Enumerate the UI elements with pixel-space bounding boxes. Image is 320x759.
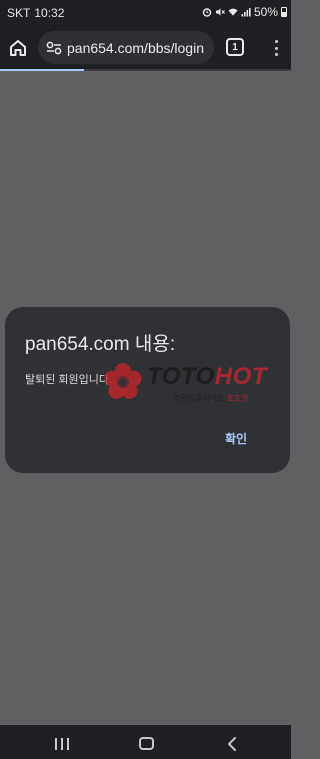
dialog-message: 탈퇴된 회원입니다. [25,374,113,386]
url-text[interactable]: pan654.com/bbs/login [67,40,204,56]
system-nav-bar [0,725,291,759]
clock: 10:32 [34,6,65,20]
watermark-sub-part1: 먹튀검증사이트 [173,394,227,403]
site-settings-icon[interactable] [45,39,63,57]
home-nav-icon[interactable] [139,737,154,750]
status-right: 50% [202,5,287,19]
home-button[interactable] [6,36,30,60]
dialog-ok-button[interactable]: 확인 [225,430,247,447]
watermark-brand: TOTOHOT [147,363,267,391]
signal-icon [241,5,251,19]
alarm-icon [202,5,212,19]
watermark-logo: TOTOHOT 먹튀검증사이트 토토핫 [103,359,290,409]
back-icon[interactable] [226,736,238,752]
home-icon [10,40,26,56]
wifi-icon [228,5,238,19]
watermark-subtitle: 먹튀검증사이트 토토핫 [173,393,249,404]
watermark-brand-part1: TOTO [147,363,215,390]
flower-logo-icon [104,363,142,399]
watermark-sub-part2: 토토핫 [226,394,249,403]
dialog-title: pan654.com 내용: [25,334,176,355]
tab-switcher-button[interactable]: 1 [226,38,244,56]
battery-icon [281,7,287,17]
mute-icon [215,5,225,19]
watermark-brand-part2: HOT [214,363,267,390]
alert-dialog: pan654.com 내용: 탈퇴된 회원입니다. TOTOHOT 먹튀검증사이… [5,307,290,473]
status-bar: SKT 10:32 50% [0,0,291,26]
carrier-label: SKT [7,6,31,20]
battery-label: 50% [253,5,278,19]
recents-icon[interactable] [55,738,69,750]
browser-toolbar: pan654.com/bbs/login 1 [0,26,291,70]
more-menu-icon[interactable] [268,37,284,59]
address-bar[interactable]: pan654.com/bbs/login [38,31,214,64]
status-left: SKT 10:32 [7,6,64,20]
